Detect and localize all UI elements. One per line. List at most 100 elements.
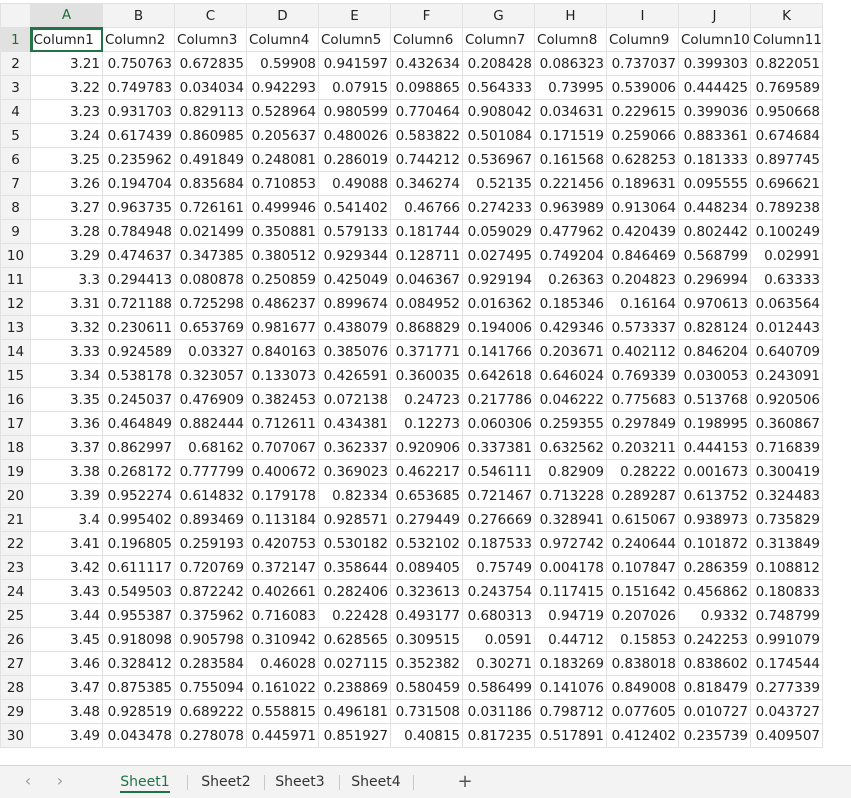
cell-g30[interactable]: 0.817235	[462, 723, 535, 748]
cell-j6[interactable]: 0.181333	[678, 147, 751, 172]
cell-g9[interactable]: 0.059029	[462, 219, 535, 244]
cell-k27[interactable]: 0.174544	[750, 651, 823, 676]
cell-i27[interactable]: 0.838018	[606, 651, 679, 676]
cell-b23[interactable]: 0.611117	[102, 555, 175, 580]
cell-k1[interactable]: Column11	[750, 27, 823, 52]
cell-h3[interactable]: 0.73995	[534, 75, 607, 100]
cell-g12[interactable]: 0.016362	[462, 291, 535, 316]
cell-i12[interactable]: 0.16164	[606, 291, 679, 316]
cell-f14[interactable]: 0.371771	[390, 339, 463, 364]
cell-d10[interactable]: 0.380512	[246, 243, 319, 268]
cell-a13[interactable]: 3.32	[30, 315, 103, 340]
cell-k22[interactable]: 0.313849	[750, 531, 823, 556]
cell-h30[interactable]: 0.517891	[534, 723, 607, 748]
cell-f19[interactable]: 0.462217	[390, 459, 463, 484]
column-header-j[interactable]: J	[678, 3, 751, 28]
cell-b6[interactable]: 0.235962	[102, 147, 175, 172]
row-header-14[interactable]: 14	[0, 339, 31, 364]
cell-k20[interactable]: 0.324483	[750, 483, 823, 508]
cell-j30[interactable]: 0.235739	[678, 723, 751, 748]
cell-k28[interactable]: 0.277339	[750, 675, 823, 700]
cell-f22[interactable]: 0.532102	[390, 531, 463, 556]
row-header-19[interactable]: 19	[0, 459, 31, 484]
cell-c25[interactable]: 0.375962	[174, 603, 247, 628]
row-header-21[interactable]: 21	[0, 507, 31, 532]
cell-f30[interactable]: 0.40815	[390, 723, 463, 748]
cell-j25[interactable]: 0.9332	[678, 603, 751, 628]
cell-g7[interactable]: 0.52135	[462, 171, 535, 196]
cell-c17[interactable]: 0.882444	[174, 411, 247, 436]
column-header-c[interactable]: C	[174, 3, 247, 28]
cell-e5[interactable]: 0.480026	[318, 123, 391, 148]
cell-b21[interactable]: 0.995402	[102, 507, 175, 532]
row-header-7[interactable]: 7	[0, 171, 31, 196]
spreadsheet-grid[interactable]: ABCDEFGHIJK 1 Column1 Column2 Column3 Column…	[0, 0, 851, 765]
cell-h2[interactable]: 0.086323	[534, 51, 607, 76]
cell-e12[interactable]: 0.899674	[318, 291, 391, 316]
cell-a5[interactable]: 3.24	[30, 123, 103, 148]
cell-g28[interactable]: 0.586499	[462, 675, 535, 700]
cell-e27[interactable]: 0.027115	[318, 651, 391, 676]
cell-h14[interactable]: 0.203671	[534, 339, 607, 364]
row-header-16[interactable]: 16	[0, 387, 31, 412]
cell-i16[interactable]: 0.775683	[606, 387, 679, 412]
cell-g29[interactable]: 0.031186	[462, 699, 535, 724]
cell-e4[interactable]: 0.980599	[318, 99, 391, 124]
cell-g15[interactable]: 0.642618	[462, 363, 535, 388]
cell-g13[interactable]: 0.194006	[462, 315, 535, 340]
cell-c10[interactable]: 0.347385	[174, 243, 247, 268]
cell-d13[interactable]: 0.981677	[246, 315, 319, 340]
cell-d3[interactable]: 0.942293	[246, 75, 319, 100]
column-header-d[interactable]: D	[246, 3, 319, 28]
cell-f15[interactable]: 0.360035	[390, 363, 463, 388]
cell-d25[interactable]: 0.716083	[246, 603, 319, 628]
cell-c9[interactable]: 0.021499	[174, 219, 247, 244]
cell-d8[interactable]: 0.499946	[246, 195, 319, 220]
cell-e19[interactable]: 0.369023	[318, 459, 391, 484]
cell-b19[interactable]: 0.268172	[102, 459, 175, 484]
cell-f1[interactable]: Column6	[390, 27, 463, 52]
cell-h17[interactable]: 0.259355	[534, 411, 607, 436]
cell-k8[interactable]: 0.789238	[750, 195, 823, 220]
cell-g8[interactable]: 0.274233	[462, 195, 535, 220]
column-header-i[interactable]: I	[606, 3, 679, 28]
cell-g21[interactable]: 0.276669	[462, 507, 535, 532]
cell-c29[interactable]: 0.689222	[174, 699, 247, 724]
cell-b8[interactable]: 0.963735	[102, 195, 175, 220]
cell-h1[interactable]: Column8	[534, 27, 607, 52]
row-header-26[interactable]: 26	[0, 627, 31, 652]
cell-a1[interactable]: Column1	[30, 27, 103, 52]
column-header-e[interactable]: E	[318, 3, 391, 28]
cell-b1[interactable]: Column2	[102, 27, 175, 52]
cell-b4[interactable]: 0.931703	[102, 99, 175, 124]
row-header-5[interactable]: 5	[0, 123, 31, 148]
cell-d6[interactable]: 0.248081	[246, 147, 319, 172]
cell-h16[interactable]: 0.046222	[534, 387, 607, 412]
prev-sheet-arrow-icon[interactable]: ‹	[19, 772, 37, 790]
cell-a4[interactable]: 3.23	[30, 99, 103, 124]
cell-k5[interactable]: 0.674684	[750, 123, 823, 148]
cell-j28[interactable]: 0.818479	[678, 675, 751, 700]
cell-e17[interactable]: 0.434381	[318, 411, 391, 436]
cell-b9[interactable]: 0.784948	[102, 219, 175, 244]
row-header-22[interactable]: 22	[0, 531, 31, 556]
row-header-10[interactable]: 10	[0, 243, 31, 268]
row-header-17[interactable]: 17	[0, 411, 31, 436]
cell-a17[interactable]: 3.36	[30, 411, 103, 436]
column-header-h[interactable]: H	[534, 3, 607, 28]
cell-c22[interactable]: 0.259193	[174, 531, 247, 556]
cell-k2[interactable]: 0.822051	[750, 51, 823, 76]
cell-a23[interactable]: 3.42	[30, 555, 103, 580]
cell-b5[interactable]: 0.617439	[102, 123, 175, 148]
cell-a14[interactable]: 3.33	[30, 339, 103, 364]
cell-b29[interactable]: 0.928519	[102, 699, 175, 724]
cell-g18[interactable]: 0.337381	[462, 435, 535, 460]
cell-h19[interactable]: 0.82909	[534, 459, 607, 484]
cell-k21[interactable]: 0.735829	[750, 507, 823, 532]
cell-k7[interactable]: 0.696621	[750, 171, 823, 196]
cell-f21[interactable]: 0.279449	[390, 507, 463, 532]
cell-b3[interactable]: 0.749783	[102, 75, 175, 100]
cell-i7[interactable]: 0.189631	[606, 171, 679, 196]
cell-k18[interactable]: 0.716839	[750, 435, 823, 460]
cell-j29[interactable]: 0.010727	[678, 699, 751, 724]
